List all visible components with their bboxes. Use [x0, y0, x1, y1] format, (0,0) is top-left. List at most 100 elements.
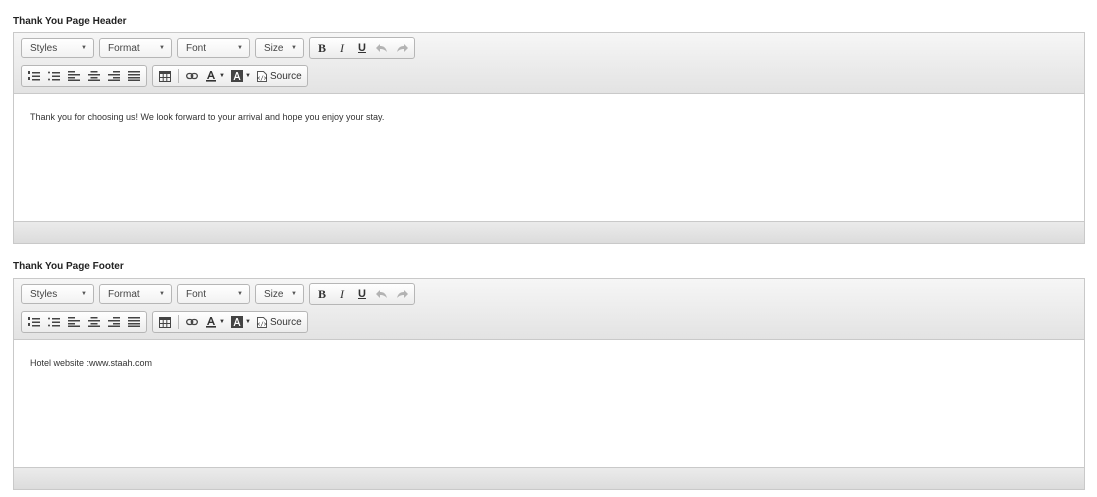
- justify-button[interactable]: [124, 67, 144, 85]
- editor-content-area[interactable]: Thank you for choosing us! We look forwa…: [14, 94, 1084, 222]
- editor-toolbar: Styles ▼ Format ▼ Font ▼ Size ▼ B I U ▼ …: [14, 33, 1084, 94]
- styles-dropdown[interactable]: Styles ▼: [21, 38, 94, 58]
- underline-button[interactable]: U: [352, 39, 372, 57]
- undo-button[interactable]: [372, 39, 392, 57]
- undo-button[interactable]: [372, 285, 392, 303]
- justify-button[interactable]: [124, 313, 144, 331]
- align-right-icon: [108, 71, 120, 81]
- italic-button[interactable]: I: [332, 39, 352, 57]
- chevron-down-icon: ▼: [159, 45, 165, 51]
- format-dropdown[interactable]: Format ▼: [99, 284, 172, 304]
- footer-rich-text-editor: Styles ▼ Format ▼ Font ▼ Size ▼ B I U ▼ …: [13, 278, 1085, 490]
- source-button[interactable]: </> Source: [254, 67, 305, 85]
- paragraph-group: [21, 311, 147, 333]
- header-section-label: Thank You Page Header: [13, 16, 127, 27]
- font-dropdown-label: Font: [186, 288, 207, 300]
- align-justify-icon: [128, 317, 140, 327]
- align-left-icon: [68, 317, 80, 327]
- header-rich-text-editor: Styles ▼ Format ▼ Font ▼ Size ▼ B I U ▼ …: [13, 32, 1085, 244]
- size-dropdown[interactable]: Size ▼: [255, 38, 304, 58]
- chevron-down-icon: ▼: [159, 291, 165, 297]
- svg-text:</>: </>: [257, 75, 267, 82]
- text-color-button[interactable]: ▼: [202, 67, 228, 85]
- size-dropdown-label: Size: [264, 42, 284, 54]
- italic-button[interactable]: I: [332, 285, 352, 303]
- font-dropdown[interactable]: Font ▼: [177, 38, 250, 58]
- editor-bottom-bar: [14, 222, 1084, 243]
- bullet-list-button[interactable]: [44, 67, 64, 85]
- font-dropdown[interactable]: Font ▼: [177, 284, 250, 304]
- bullet-list-button[interactable]: [44, 313, 64, 331]
- footer-editor-section: Thank You Page Footer Styles ▼ Format ▼ Fo…: [13, 260, 1085, 490]
- chevron-down-icon: ▼: [219, 73, 225, 79]
- text-color-icon: [206, 317, 217, 328]
- basic-styles-group: B I U: [309, 37, 415, 59]
- source-button-label: Source: [270, 316, 302, 328]
- format-dropdown-label: Format: [108, 42, 140, 54]
- bold-button[interactable]: B: [312, 39, 332, 57]
- redo-icon: [397, 290, 408, 298]
- toolbar-separator: [178, 69, 179, 83]
- background-color-button[interactable]: ▼: [228, 313, 254, 331]
- text-color-button[interactable]: ▼: [202, 313, 228, 331]
- align-right-button[interactable]: [104, 67, 124, 85]
- chevron-down-icon: ▼: [245, 73, 251, 79]
- align-center-button[interactable]: [84, 313, 104, 331]
- table-button[interactable]: [155, 313, 175, 331]
- header-editor-section: Thank You Page Header Styles ▼ Format ▼ Fo…: [13, 15, 1085, 244]
- source-button[interactable]: </> Source: [254, 313, 305, 331]
- styles-dropdown-label: Styles: [30, 288, 58, 300]
- chevron-down-icon: ▼: [219, 319, 225, 325]
- chevron-down-icon: ▼: [291, 291, 297, 297]
- align-left-icon: [68, 71, 80, 81]
- format-dropdown-label: Format: [108, 288, 140, 300]
- align-right-icon: [108, 317, 120, 327]
- editor-content-text: Hotel website :www.staah.com: [30, 358, 153, 368]
- chevron-down-icon: ▼: [245, 319, 251, 325]
- text-color-icon: [206, 71, 217, 82]
- bold-button[interactable]: B: [312, 285, 332, 303]
- numbered-list-icon: [28, 71, 40, 81]
- align-center-icon: [88, 71, 100, 81]
- link-button[interactable]: [182, 67, 202, 85]
- svg-text:</>: </>: [257, 321, 267, 328]
- editor-content-area[interactable]: Hotel website :www.staah.com: [14, 340, 1084, 468]
- chevron-down-icon: ▼: [81, 45, 87, 51]
- footer-section-label: Thank You Page Footer: [13, 261, 124, 272]
- insert-group: ▼ ▼ </> Source: [152, 311, 308, 333]
- source-button-label: Source: [270, 70, 302, 82]
- basic-styles-group: B I U: [309, 283, 415, 305]
- paragraph-group: [21, 65, 147, 87]
- source-icon: </>: [257, 70, 267, 82]
- link-button[interactable]: [182, 313, 202, 331]
- align-right-button[interactable]: [104, 313, 124, 331]
- numbered-list-button[interactable]: [24, 313, 44, 331]
- align-left-button[interactable]: [64, 67, 84, 85]
- undo-icon: [376, 44, 387, 52]
- table-button[interactable]: [155, 67, 175, 85]
- numbered-list-button[interactable]: [24, 67, 44, 85]
- table-icon: [159, 70, 171, 82]
- source-icon: </>: [257, 316, 267, 328]
- align-center-button[interactable]: [84, 67, 104, 85]
- link-icon: [186, 72, 198, 80]
- undo-icon: [376, 290, 387, 298]
- redo-icon: [397, 44, 408, 52]
- size-dropdown[interactable]: Size ▼: [255, 284, 304, 304]
- styles-dropdown[interactable]: Styles ▼: [21, 284, 94, 304]
- chevron-down-icon: ▼: [81, 291, 87, 297]
- bullet-list-icon: [48, 317, 60, 327]
- font-dropdown-label: Font: [186, 42, 207, 54]
- redo-button[interactable]: [392, 285, 412, 303]
- align-justify-icon: [128, 71, 140, 81]
- editor-toolbar: Styles ▼ Format ▼ Font ▼ Size ▼ B I U ▼ …: [14, 279, 1084, 340]
- background-color-button[interactable]: ▼: [228, 67, 254, 85]
- align-left-button[interactable]: [64, 313, 84, 331]
- underline-button[interactable]: U: [352, 285, 372, 303]
- redo-button[interactable]: [392, 39, 412, 57]
- format-dropdown[interactable]: Format ▼: [99, 38, 172, 58]
- editor-content-text: Thank you for choosing us! We look forwa…: [30, 112, 385, 122]
- styles-dropdown-label: Styles: [30, 42, 58, 54]
- numbered-list-icon: [28, 317, 40, 327]
- chevron-down-icon: ▼: [291, 45, 297, 51]
